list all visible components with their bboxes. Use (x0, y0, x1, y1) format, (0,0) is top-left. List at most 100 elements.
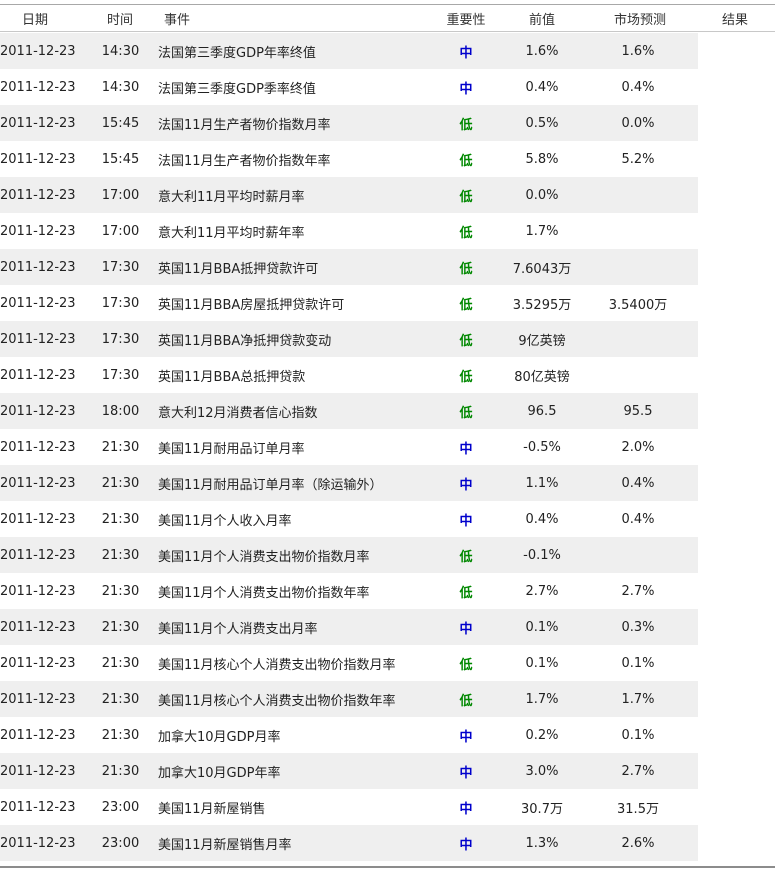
cell-date: 2011-12-23 (0, 367, 76, 383)
cell-previous: 0.4% (525, 511, 559, 527)
cell-actual (700, 573, 770, 609)
table-row[interactable]: 2011-12-23 21:30 美国11月个人消费支出物价指数月率 低 -0.1% (0, 537, 775, 573)
cell-event: 法国11月生产者物价指数年率 (158, 153, 331, 169)
cell-time: 17:00 (101, 223, 140, 239)
cell-date: 2011-12-23 (0, 79, 76, 95)
cell-event: 加拿大10月GDP月率 (158, 729, 281, 745)
table-row[interactable]: 2011-12-23 21:30 加拿大10月GDP年率 中 3.0% 2.7% (0, 753, 775, 789)
cell-previous: 0.0% (525, 187, 559, 203)
cell-date: 2011-12-23 (0, 619, 76, 635)
cell-time: 14:30 (101, 79, 140, 95)
table-row[interactable]: 2011-12-23 23:00 美国11月新屋销售 中 30.7万 31.5万 (0, 789, 775, 825)
table-row[interactable]: 2011-12-23 14:30 法国第三季度GDP季率终值 中 0.4% 0.4% (0, 69, 775, 105)
header-time[interactable]: 时间 (100, 5, 140, 31)
cell-event: 法国第三季度GDP季率终值 (158, 81, 316, 97)
header-date[interactable]: 日期 (22, 5, 82, 31)
cell-date: 2011-12-23 (0, 259, 76, 275)
cell-time: 23:00 (101, 835, 140, 851)
cell-importance: 低 (459, 693, 473, 709)
table-bottom-border (0, 866, 775, 868)
cell-time: 21:30 (101, 439, 140, 455)
cell-importance: 低 (459, 225, 473, 241)
cell-importance: 中 (459, 621, 473, 637)
cell-event: 英国11月BBA总抵押贷款 (158, 369, 306, 385)
table-row[interactable]: 2011-12-23 21:30 美国11月核心个人消费支出物价指数月率 低 0.1% 0… (0, 645, 775, 681)
cell-importance: 低 (459, 405, 473, 421)
cell-actual (700, 645, 770, 681)
table-row[interactable]: 2011-12-23 17:00 意大利11月平均时薪年率 低 1.7% (0, 213, 775, 249)
cell-date: 2011-12-23 (0, 691, 76, 707)
cell-event: 英国11月BBA抵押贷款许可 (158, 261, 319, 277)
cell-time: 21:30 (101, 655, 140, 671)
cell-date: 2011-12-23 (0, 763, 76, 779)
table-row[interactable]: 2011-12-23 17:00 意大利11月平均时薪月率 低 0.0% (0, 177, 775, 213)
header-actual[interactable]: 结果 (700, 5, 770, 31)
cell-forecast (592, 537, 684, 573)
table-row[interactable]: 2011-12-23 15:45 法国11月生产者物价指数月率 低 0.5% 0.0% (0, 105, 775, 141)
table-row[interactable]: 2011-12-23 17:30 英国11月BBA总抵押贷款 低 80亿英镑 (0, 357, 775, 393)
cell-actual (700, 753, 770, 789)
table-row[interactable]: 2011-12-23 17:30 英国11月BBA净抵押贷款变动 低 9亿英镑 (0, 321, 775, 357)
table-row[interactable]: 2011-12-23 17:30 英国11月BBA房屋抵押贷款许可 低 3.5295万 3… (0, 285, 775, 321)
cell-previous: 9亿英镑 (518, 333, 566, 349)
cell-actual (700, 501, 770, 537)
cell-previous: 7.6043万 (512, 261, 572, 277)
cell-time: 15:45 (101, 151, 140, 167)
cell-actual (700, 213, 770, 249)
cell-event: 美国11月个人消费支出物价指数年率 (158, 585, 370, 601)
cell-previous: 96.5 (527, 403, 557, 419)
cell-previous: 1.1% (525, 475, 559, 491)
cell-time: 17:30 (101, 367, 140, 383)
cell-previous: 1.7% (525, 223, 559, 239)
cell-date: 2011-12-23 (0, 403, 76, 419)
cell-forecast: 0.1% (621, 727, 655, 743)
cell-forecast (592, 249, 684, 285)
cell-actual (700, 825, 770, 861)
table-row[interactable]: 2011-12-23 18:00 意大利12月消费者信心指数 低 96.5 95.5 (0, 393, 775, 429)
cell-event: 法国第三季度GDP年率终值 (158, 45, 316, 61)
cell-forecast (592, 213, 684, 249)
table-row[interactable]: 2011-12-23 21:30 美国11月耐用品订单月率 中 -0.5% 2.0% (0, 429, 775, 465)
header-previous[interactable]: 前值 (510, 5, 574, 31)
table-row[interactable]: 2011-12-23 21:30 美国11月核心个人消费支出物价指数年率 低 1.7% 1… (0, 681, 775, 717)
table-row[interactable]: 2011-12-23 15:45 法国11月生产者物价指数年率 低 5.8% 5.2% (0, 141, 775, 177)
cell-forecast (592, 321, 684, 357)
cell-forecast: 2.0% (621, 439, 655, 455)
cell-actual (700, 681, 770, 717)
cell-event: 美国11月耐用品订单月率 (158, 441, 305, 457)
cell-event: 美国11月个人消费支出月率 (158, 621, 318, 637)
cell-date: 2011-12-23 (0, 331, 76, 347)
cell-actual (700, 285, 770, 321)
cell-previous: 1.3% (525, 835, 559, 851)
table-row[interactable]: 2011-12-23 21:30 美国11月个人消费支出物价指数年率 低 2.7% 2.7… (0, 573, 775, 609)
table-row[interactable]: 2011-12-23 21:30 美国11月耐用品订单月率（除运输外） 中 1.1% 0.… (0, 465, 775, 501)
header-importance[interactable]: 重要性 (440, 5, 492, 31)
cell-date: 2011-12-23 (0, 835, 76, 851)
header-event[interactable]: 事件 (164, 5, 224, 31)
cell-time: 21:30 (101, 583, 140, 599)
cell-importance: 中 (459, 729, 473, 745)
cell-forecast: 2.7% (621, 763, 655, 779)
cell-time: 21:30 (101, 511, 140, 527)
cell-time: 21:30 (101, 691, 140, 707)
cell-forecast: 2.7% (621, 583, 655, 599)
table-row[interactable]: 2011-12-23 23:00 美国11月新屋销售月率 中 1.3% 2.6% (0, 825, 775, 861)
cell-event: 美国11月耐用品订单月率（除运输外） (158, 477, 383, 493)
cell-importance: 中 (459, 477, 473, 493)
table-row[interactable]: 2011-12-23 21:30 美国11月个人收入月率 中 0.4% 0.4% (0, 501, 775, 537)
cell-time: 17:00 (101, 187, 140, 203)
cell-forecast: 0.1% (621, 655, 655, 671)
table-row[interactable]: 2011-12-23 21:30 美国11月个人消费支出月率 中 0.1% 0.3% (0, 609, 775, 645)
cell-forecast: 2.6% (621, 835, 655, 851)
header-forecast[interactable]: 市场预测 (600, 5, 680, 31)
cell-importance: 中 (459, 837, 473, 853)
cell-time: 14:30 (101, 43, 140, 59)
cell-previous: 1.6% (525, 43, 559, 59)
table-body: 2011-12-23 14:30 法国第三季度GDP年率终值中 1.6% 1.6% 201… (0, 33, 775, 861)
cell-date: 2011-12-23 (0, 799, 76, 815)
table-row[interactable]: 2011-12-23 14:30 法国第三季度GDP年率终值 中 1.6% 1.6% (0, 33, 775, 69)
table-row[interactable]: 2011-12-23 17:30 英国11月BBA抵押贷款许可 低 7.6043万 (0, 249, 775, 285)
table-row[interactable]: 2011-12-23 21:30 加拿大10月GDP月率 中 0.2% 0.1% (0, 717, 775, 753)
cell-actual (700, 717, 770, 753)
cell-importance: 低 (459, 657, 473, 673)
